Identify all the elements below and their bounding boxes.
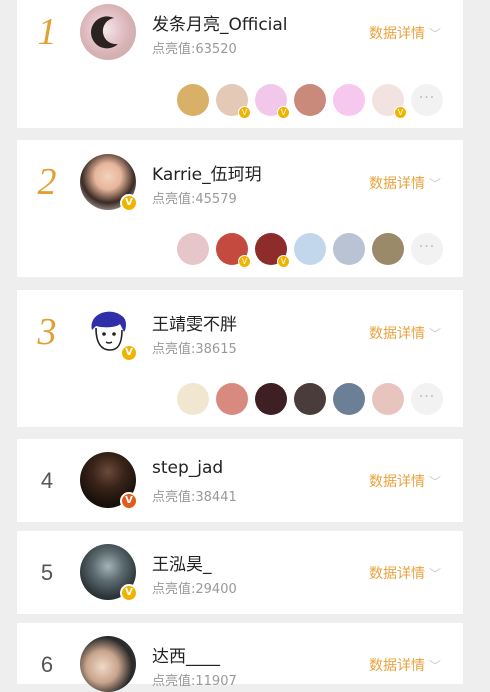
verified-badge-icon: V (120, 584, 138, 602)
rank-number: 2 (37, 161, 57, 203)
points-value: 点亮值:45579 (152, 192, 237, 207)
points-value: 点亮值:38615 (152, 342, 237, 357)
rank-number: 6 (40, 652, 54, 677)
more-fans-button[interactable]: ··· (411, 233, 443, 265)
data-details-label: 数据详情 (369, 26, 425, 42)
fan-avatar[interactable] (294, 233, 326, 265)
fan-avatars: V V ··· (177, 233, 443, 268)
fan-avatar[interactable] (333, 383, 365, 415)
fan-avatars: V V V ··· (177, 84, 443, 119)
fan-avatar[interactable] (177, 233, 209, 265)
data-details-button[interactable]: 数据详情 ﹀ (369, 655, 441, 675)
user-name[interactable]: Karrie_伍珂玥 (152, 160, 262, 185)
fan-avatar[interactable] (255, 383, 287, 415)
chevron-down-icon: ﹀ (429, 475, 442, 489)
fan-avatar[interactable] (333, 84, 365, 116)
more-fans-button[interactable]: ··· (411, 383, 443, 415)
points-value: 点亮值:63520 (152, 42, 237, 57)
chevron-down-icon: ﹀ (429, 177, 442, 191)
data-details-button[interactable]: 数据详情 ﹀ (369, 173, 441, 193)
avatar[interactable]: V (80, 154, 138, 212)
more-fans-button[interactable]: ··· (411, 84, 443, 116)
rank-number: 4 (40, 468, 54, 493)
fan-avatar[interactable] (372, 383, 404, 415)
data-details-button[interactable]: 数据详情 ﹀ (369, 563, 441, 583)
avatar[interactable] (80, 4, 136, 60)
user-name[interactable]: 发条月亮_Official (152, 10, 288, 35)
avatar[interactable]: V (80, 452, 138, 510)
moon-logo-icon (90, 16, 118, 49)
ranking-card-6[interactable]: 6 达西____ 点亮值:11907 数据详情 ﹀ (17, 623, 463, 692)
fan-avatar[interactable] (294, 84, 326, 116)
user-name[interactable]: 达西____ (152, 642, 220, 667)
verified-badge-icon: V (120, 492, 138, 510)
chevron-down-icon: ﹀ (429, 567, 442, 581)
points-value: 点亮值:11907 (152, 674, 237, 689)
data-details-label: 数据详情 (369, 658, 425, 674)
data-details-button[interactable]: 数据详情 ﹀ (369, 323, 441, 343)
data-details-label: 数据详情 (369, 566, 425, 582)
chevron-down-icon: ﹀ (429, 659, 442, 673)
fan-avatars: ··· (177, 383, 443, 415)
fan-avatar[interactable] (177, 383, 209, 415)
avatar[interactable]: V (80, 304, 138, 362)
user-name[interactable]: 王泓昊_ (152, 550, 212, 575)
verified-badge-icon: V (277, 106, 290, 119)
ranking-card-2[interactable]: 2 V Karrie_伍珂玥 点亮值:45579 数据详情 ﹀ V V ··· (17, 140, 463, 277)
fan-avatar[interactable] (333, 233, 365, 265)
data-details-button[interactable]: 数据详情 ﹀ (369, 471, 441, 491)
verified-badge-icon: V (394, 106, 407, 119)
ranking-card-1[interactable]: 1 发条月亮_Official 点亮值:63520 数据详情 ﹀ V V V ··… (17, 0, 463, 128)
chevron-down-icon: ﹀ (429, 327, 442, 341)
verified-badge-icon: V (238, 255, 251, 268)
fan-avatar[interactable]: V (216, 84, 251, 119)
points-value: 点亮值:29400 (152, 582, 237, 597)
data-details-label: 数据详情 (369, 176, 425, 192)
verified-badge-icon: V (120, 194, 138, 212)
chevron-down-icon: ﹀ (429, 27, 442, 41)
fan-avatar[interactable]: V (255, 84, 290, 119)
fan-avatar[interactable] (372, 233, 404, 265)
verified-badge-icon: V (238, 106, 251, 119)
avatar[interactable]: V (80, 544, 138, 602)
fan-avatar[interactable]: V (372, 84, 407, 119)
ranking-card-4[interactable]: 4 V step_jad 点亮值:38441 数据详情 ﹀ (17, 439, 463, 522)
fan-avatar[interactable]: V (216, 233, 251, 268)
user-name[interactable]: step_jad (152, 458, 223, 478)
fan-avatar[interactable] (177, 84, 209, 116)
verified-badge-icon: V (277, 255, 290, 268)
fan-avatar[interactable] (294, 383, 326, 415)
rank-number: 1 (37, 11, 57, 53)
data-details-button[interactable]: 数据详情 ﹀ (369, 23, 441, 43)
ranking-card-5[interactable]: 5 V 王泓昊_ 点亮值:29400 数据详情 ﹀ (17, 531, 463, 614)
rank-number: 5 (40, 560, 54, 585)
verified-badge-icon: V (120, 344, 138, 362)
ranking-card-3[interactable]: 3 V 王靖雯不胖 点亮值:38615 数据详情 ﹀ ··· (17, 290, 463, 427)
fan-avatar[interactable] (216, 383, 248, 415)
rank-number: 3 (37, 311, 57, 353)
user-name[interactable]: 王靖雯不胖 (152, 310, 237, 335)
fan-avatar[interactable]: V (255, 233, 290, 268)
data-details-label: 数据详情 (369, 474, 425, 490)
data-details-label: 数据详情 (369, 326, 425, 342)
points-value: 点亮值:38441 (152, 490, 237, 505)
